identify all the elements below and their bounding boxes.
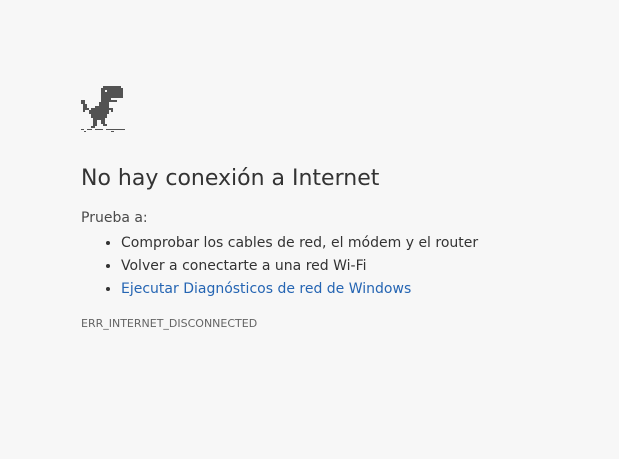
run-network-diagnostics-link[interactable]: Ejecutar Diagnósticos de red de Windows xyxy=(121,281,411,297)
suggestion-item-diagnostics: Ejecutar Diagnósticos de red de Windows xyxy=(121,278,478,301)
suggestion-item-check-cables: Comprobar los cables de red, el módem y … xyxy=(121,232,478,255)
suggestions-list: Comprobar los cables de red, el módem y … xyxy=(81,232,478,301)
error-code: ERR_INTERNET_DISCONNECTED xyxy=(81,317,258,330)
page-title: No hay conexión a Internet xyxy=(81,166,380,191)
dinosaur-icon xyxy=(81,86,125,132)
suggestions-label: Prueba a: xyxy=(81,210,148,226)
suggestion-item-reconnect-wifi: Volver a conectarte a una red Wi-Fi xyxy=(121,255,478,278)
